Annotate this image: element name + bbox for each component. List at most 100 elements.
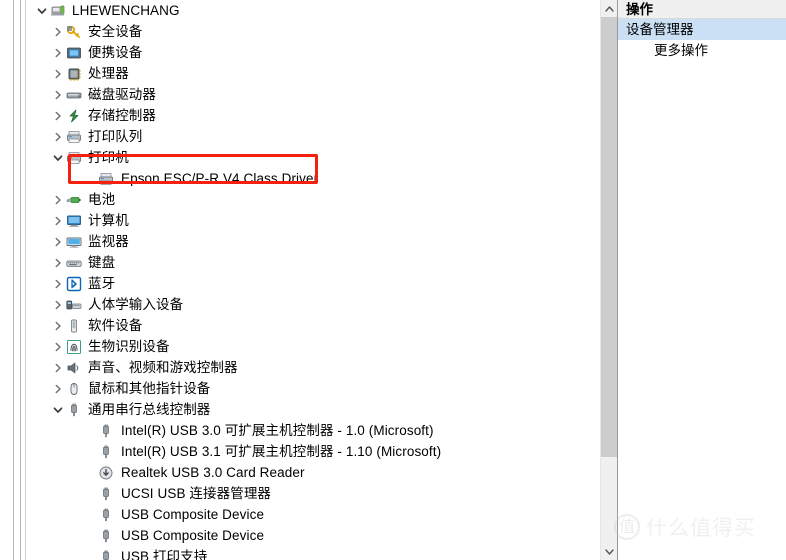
chevron-right-icon[interactable] <box>50 84 66 105</box>
actions-list[interactable]: 设备管理器 更多操作 <box>618 19 786 61</box>
processor-icon <box>66 66 82 82</box>
security-device-icon <box>66 24 82 40</box>
chevron-right-icon[interactable] <box>50 210 66 231</box>
computer-monitor-icon <box>66 213 82 229</box>
disk-drive-icon <box>66 87 82 103</box>
tree-item-item[interactable]: 声音、视频和游戏控制器 <box>26 357 595 378</box>
tree-item-item[interactable]: 电池 <box>26 189 595 210</box>
tree-item-item[interactable]: 鼠标和其他指针设备 <box>26 378 595 399</box>
tree-item-label: Realtek USB 3.0 Card Reader <box>121 465 305 480</box>
tree-item-label: 生物识别设备 <box>88 339 170 354</box>
hid-icon <box>66 297 82 313</box>
usb-icon <box>98 444 114 460</box>
battery-icon <box>66 192 82 208</box>
tree-item-item[interactable]: 通用串行总线控制器 <box>26 399 595 420</box>
biometric-icon <box>66 339 82 355</box>
tree-item-item[interactable]: 软件设备 <box>26 315 595 336</box>
tree-item-usb[interactable]: USB 打印支持 <box>26 546 595 560</box>
tree-item-item[interactable]: 蓝牙 <box>26 273 595 294</box>
actions-pane: 操作 设备管理器 更多操作 <box>617 0 786 560</box>
chevron-right-icon[interactable] <box>50 357 66 378</box>
tree-item-item[interactable]: 生物识别设备 <box>26 336 595 357</box>
tree-item-label: USB 打印支持 <box>121 549 208 560</box>
tree-item-item[interactable]: 监视器 <box>26 231 595 252</box>
chevron-right-icon[interactable] <box>50 315 66 336</box>
sound-icon <box>66 360 82 376</box>
tree-item-label: Intel(R) USB 3.1 可扩展主机控制器 - 1.10 (Micros… <box>121 444 442 459</box>
tree-item-label: 安全设备 <box>88 24 143 39</box>
chevron-right-icon[interactable] <box>50 105 66 126</box>
tree-item-label: 打印机 <box>88 150 129 165</box>
tree-item-label: 声音、视频和游戏控制器 <box>88 360 238 375</box>
tree-item-label: 鼠标和其他指针设备 <box>88 381 211 396</box>
chevron-right-icon[interactable] <box>50 336 66 357</box>
usb-icon <box>98 423 114 439</box>
tree-item-label: 打印队列 <box>88 129 143 144</box>
device-tree[interactable]: LHEWENCHANG 安全设备 便携设备 处理器 磁盘驱动器 存储控制器 打印… <box>26 0 595 560</box>
tree-item-item[interactable]: 便携设备 <box>26 42 595 63</box>
scroll-down-button[interactable] <box>601 543 618 560</box>
tree-item-intel-r-usb-3-1-1-10-microsoft[interactable]: Intel(R) USB 3.1 可扩展主机控制器 - 1.10 (Micros… <box>26 441 595 462</box>
tree-item-label: 蓝牙 <box>88 276 116 291</box>
tree-item-item[interactable]: 磁盘驱动器 <box>26 84 595 105</box>
tree-item-item[interactable]: 键盘 <box>26 252 595 273</box>
printer-icon <box>98 171 114 187</box>
tree-item-lhewenchang[interactable]: LHEWENCHANG <box>26 0 595 21</box>
tree-item-item[interactable]: 人体学输入设备 <box>26 294 595 315</box>
tree-item-label: Intel(R) USB 3.0 可扩展主机控制器 - 1.0 (Microso… <box>121 423 434 438</box>
scroll-up-button[interactable] <box>601 0 618 17</box>
portable-device-icon <box>66 45 82 61</box>
tree-item-intel-r-usb-3-0-1-0-microsoft[interactable]: Intel(R) USB 3.0 可扩展主机控制器 - 1.0 (Microso… <box>26 420 595 441</box>
usb-icon <box>98 486 114 502</box>
tree-item-ucsi-usb[interactable]: UCSI USB 连接器管理器 <box>26 483 595 504</box>
actions-pane-header: 操作 <box>618 0 786 19</box>
tree-item-usb-composite-device[interactable]: USB Composite Device <box>26 525 595 546</box>
tree-item-label: 便携设备 <box>88 45 143 60</box>
usb-icon <box>98 549 114 560</box>
chevron-down-icon[interactable] <box>34 0 50 21</box>
chevron-right-icon[interactable] <box>50 63 66 84</box>
tree-item-realtek-usb-3-0-card-reader[interactable]: Realtek USB 3.0 Card Reader <box>26 462 595 483</box>
tree-item-label: 监视器 <box>88 234 129 249</box>
tree-item-label: Epson ESC/P-R V4 Class Driver <box>121 171 319 186</box>
usb-icon <box>98 507 114 523</box>
tree-item-item[interactable]: 处理器 <box>26 63 595 84</box>
tree-item-epson-esc-p-r-v4-class-driver[interactable]: Epson ESC/P-R V4 Class Driver <box>26 168 595 189</box>
tree-item-item[interactable]: 存储控制器 <box>26 105 595 126</box>
device-manager-window: LHEWENCHANG 安全设备 便携设备 处理器 磁盘驱动器 存储控制器 打印… <box>0 0 786 560</box>
tree-item-label: UCSI USB 连接器管理器 <box>121 486 272 501</box>
tree-item-item[interactable]: 打印队列 <box>26 126 595 147</box>
tree-vertical-scrollbar[interactable] <box>600 0 618 560</box>
scrollbar-thumb[interactable] <box>601 17 618 457</box>
chevron-right-icon[interactable] <box>50 294 66 315</box>
tree-item-item[interactable]: 打印机 <box>26 147 595 168</box>
chevron-right-icon[interactable] <box>50 231 66 252</box>
tree-item-item[interactable]: 安全设备 <box>26 21 595 42</box>
chevron-right-icon[interactable] <box>50 273 66 294</box>
tree-item-item[interactable]: 计算机 <box>26 210 595 231</box>
chevron-right-icon[interactable] <box>50 378 66 399</box>
action-item-item[interactable]: 更多操作 <box>618 40 786 61</box>
tree-item-usb-composite-device[interactable]: USB Composite Device <box>26 504 595 525</box>
tree-item-label: 键盘 <box>88 255 116 270</box>
chevron-down-icon[interactable] <box>50 147 66 168</box>
keyboard-icon <box>66 255 82 271</box>
chevron-right-icon[interactable] <box>50 126 66 147</box>
chevron-right-icon[interactable] <box>50 189 66 210</box>
print-queue-icon <box>66 129 82 145</box>
chevron-down-icon[interactable] <box>50 399 66 420</box>
chevron-right-icon[interactable] <box>50 21 66 42</box>
action-item-item[interactable]: 设备管理器 <box>618 19 786 40</box>
monitor-icon <box>66 234 82 250</box>
chevron-right-icon[interactable] <box>50 252 66 273</box>
storage-controller-icon <box>66 108 82 124</box>
computer-icon <box>50 3 66 19</box>
chevron-right-icon[interactable] <box>50 42 66 63</box>
